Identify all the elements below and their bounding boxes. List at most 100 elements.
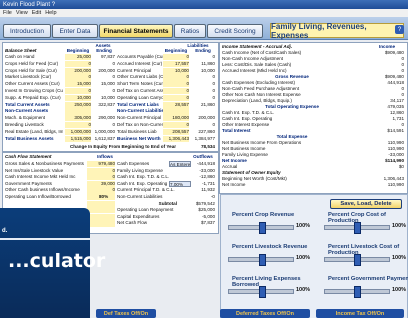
asset-begin[interactable]: 200,000 — [65, 67, 91, 74]
balance-row: Other Current Assets (Cur) 15,000 15,000 Sh… — [3, 81, 218, 88]
outflow-label: Family Living Expense — [117, 167, 163, 173]
menu-file[interactable]: File — [3, 10, 12, 16]
liability-begin[interactable]: 0 — [163, 74, 189, 81]
tab-credit-scoring[interactable]: Credit Scoring — [207, 24, 263, 38]
outflow-value: -444,918 — [196, 161, 215, 166]
asset-begin[interactable] — [65, 108, 91, 115]
asset-end — [93, 108, 115, 114]
asset-begin[interactable]: 10,000 — [65, 94, 91, 101]
asset-label: Real Estate (Land, Bldgs, Imp) — [5, 128, 63, 134]
asset-label: Cash on Hand — [5, 54, 35, 59]
outflow-method[interactable]: 7.00% — [169, 180, 191, 187]
income-tax-button[interactable]: Income Tax Off/On — [316, 309, 404, 318]
balance-row: Real Estate (Land, Bldgs, Imp) 1,000,000 1… — [3, 128, 218, 135]
slider-percent: 100% — [296, 223, 311, 229]
slider-thumb[interactable] — [259, 222, 267, 234]
slider-label: Percent Livestock Revenue — [232, 244, 308, 250]
asset-end: 322,837 — [98, 101, 115, 107]
asset-begin[interactable]: 0 — [65, 74, 91, 81]
menu-edit[interactable]: Edit — [32, 10, 41, 16]
inflow-value[interactable] — [87, 200, 115, 207]
asset-end: 0 — [112, 88, 115, 93]
inflow-value[interactable]: 0 — [87, 167, 115, 174]
slider-thumb[interactable] — [354, 286, 361, 298]
asset-begin[interactable]: 0 — [65, 60, 91, 67]
liability-begin[interactable]: 1,306,443 — [163, 135, 189, 142]
slider-thumb[interactable] — [354, 222, 361, 234]
liability-begin[interactable] — [163, 108, 189, 115]
tab-ratios[interactable]: Ratios — [174, 24, 206, 38]
cash-flow-row: Other Cash business Inflows/Income 0 Curre… — [3, 187, 218, 194]
slider-track[interactable] — [228, 222, 294, 234]
slider-track[interactable] — [228, 286, 294, 298]
tab-financial-statements[interactable]: Financial Statements — [99, 24, 173, 38]
slider-track[interactable] — [324, 254, 390, 266]
balance-row: Invest In Growing Crops (Cur) 0 0 Def Tax o… — [3, 88, 218, 95]
asset-label: Supp. & Prepaid Exp. (Cur) — [5, 94, 61, 100]
tab-introduction[interactable]: Introduction — [3, 24, 51, 38]
liability-begin[interactable]: 180,000 — [163, 115, 189, 122]
liability-begin[interactable]: 0 — [163, 122, 189, 129]
slider-label: Percent Government Payments — [328, 276, 408, 282]
inflow-value[interactable] — [87, 213, 115, 220]
asset-label: Total Current Assets — [5, 101, 50, 107]
slider-track[interactable] — [324, 222, 390, 234]
slider-thumb[interactable] — [259, 286, 267, 298]
liability-begin[interactable]: 0 — [163, 94, 189, 101]
asset-end: 15,000 — [100, 81, 115, 87]
liability-begin[interactable]: 0 — [163, 54, 189, 61]
inflow-value[interactable]: 0 — [87, 174, 115, 181]
asset-begin[interactable]: 0 — [65, 88, 91, 95]
inflow-value[interactable] — [87, 207, 115, 214]
outflow-label: Net Cash Flow — [117, 220, 148, 226]
tab-toolbar: Introduction Enter Data Financial Statem… — [0, 17, 408, 40]
inflow-value[interactable]: 979,480 — [87, 161, 115, 168]
menu-help[interactable]: Help — [45, 10, 56, 16]
liability-begin[interactable]: 28,557 — [163, 101, 189, 108]
asset-end: 97,837 — [100, 54, 115, 59]
slider-percent: 100% — [392, 255, 407, 261]
deferred-taxes-button[interactable]: Deferred Taxes Off/On — [220, 309, 310, 318]
cash-flow-percent-badge[interactable]: 80% — [99, 194, 113, 201]
cash-flow-title: Cash Flow Statement — [5, 154, 52, 159]
asset-begin[interactable]: 305,000 — [65, 115, 91, 122]
slider-track[interactable] — [324, 286, 390, 298]
calculator-title: ...culator — [8, 250, 106, 272]
inflow-value[interactable]: 39,000 — [87, 180, 115, 187]
app-window: Kevin Flood Plant ? File View Edit Help … — [0, 0, 408, 318]
asset-begin[interactable]: 1,000,000 — [65, 128, 91, 135]
liability-begin[interactable]: 208,557 — [163, 128, 189, 135]
asset-end: 0 — [112, 74, 115, 80]
cash-flow-row: Government Payments 39,000 Cash Int. Exp. … — [3, 180, 218, 187]
outflow-method[interactable]: As Entered ▾ — [169, 161, 191, 168]
liability-begin[interactable]: 17,557 — [163, 60, 189, 67]
asset-begin[interactable]: 250,000 — [65, 101, 91, 108]
page-title: Family Living, Revenues, Expenses — [270, 22, 404, 40]
outflow-value: -12,860 — [199, 174, 215, 180]
save-load-delete-button[interactable]: Save, Load, Delete — [330, 199, 402, 209]
liability-begin[interactable]: 10,000 — [163, 67, 189, 74]
asset-begin[interactable]: 0 — [65, 122, 91, 129]
help-icon[interactable]: ? — [395, 25, 404, 34]
slider-thumb[interactable] — [259, 254, 267, 266]
liability-label: Non-Current Principal — [117, 115, 162, 121]
inflow-value[interactable]: 0 — [87, 187, 115, 194]
liability-end: 0 — [212, 81, 215, 87]
asset-begin[interactable]: 15,000 — [65, 81, 91, 88]
asset-label: Invest In Growing Crops (Cur) — [5, 88, 63, 93]
tab-enter-data[interactable]: Enter Data — [52, 24, 98, 38]
inflow-label: Gross Sales & Nonbusiness Payments — [5, 161, 84, 166]
inflow-value[interactable] — [87, 220, 115, 227]
menu-view[interactable]: View — [16, 10, 28, 16]
asset-end: 200,000 — [98, 67, 115, 73]
liability-begin[interactable]: 0 — [163, 88, 189, 95]
liability-begin[interactable]: 0 — [163, 81, 189, 88]
balance-row: Crops Held for Feed (Cur) 0 0 Accrued Inter… — [3, 60, 218, 67]
asset-begin[interactable]: 25,000 — [65, 54, 91, 61]
asset-begin[interactable]: 1,515,000 — [65, 135, 91, 142]
asset-label: Market Livestock (Cur) — [5, 74, 52, 80]
def-taxes-left-button[interactable]: Def Taxes Off/On — [96, 309, 156, 318]
slider-thumb[interactable] — [354, 254, 361, 266]
slider-track[interactable] — [228, 254, 294, 266]
inflow-label: Government Payments — [5, 180, 52, 186]
